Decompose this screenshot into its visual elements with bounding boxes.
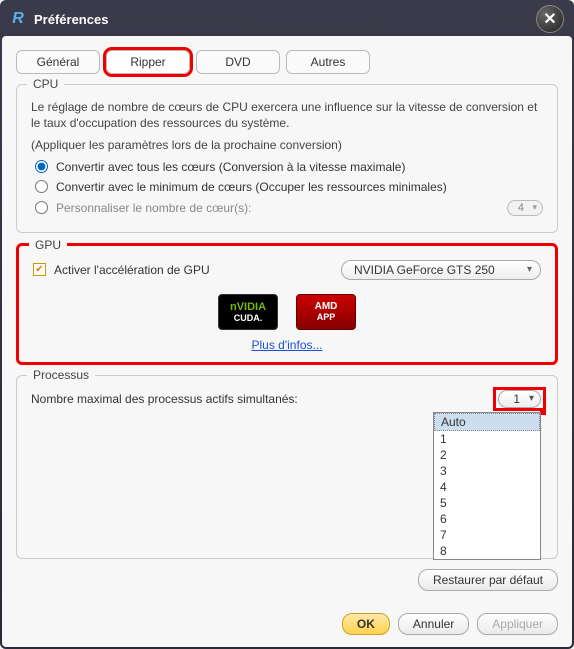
gpu-device-select[interactable]: NVIDIA GeForce GTS 250	[341, 260, 541, 280]
nvidia-logo-bottom: CUDA.	[234, 313, 263, 323]
process-option[interactable]: 4	[434, 479, 540, 495]
tab-ripper[interactable]: Ripper	[106, 50, 190, 74]
process-option[interactable]: 7	[434, 527, 540, 543]
process-group: Processus Nombre maximal des processus a…	[16, 375, 558, 559]
gpu-group-title: GPU	[29, 238, 67, 252]
process-option[interactable]: 5	[434, 495, 540, 511]
cpu-opt-custom[interactable]: Personnaliser le nombre de cœur(s): 4	[35, 200, 543, 216]
cpu-description: Le réglage de nombre de cœurs de CPU exe…	[31, 99, 543, 131]
amd-logo-bottom: APP	[317, 312, 336, 322]
cpu-radio-min[interactable]	[35, 180, 48, 193]
tab-dvd[interactable]: DVD	[196, 50, 280, 74]
cpu-note: (Appliquer les paramètres lors de la pro…	[31, 137, 543, 153]
cpu-radio-custom[interactable]	[35, 201, 48, 214]
process-option[interactable]: Auto	[434, 413, 540, 431]
tab-others[interactable]: Autres	[286, 50, 370, 74]
cpu-opt-custom-label: Personnaliser le nombre de cœur(s):	[56, 201, 251, 215]
gpu-enable-checkbox[interactable]: ✔	[33, 263, 46, 276]
cpu-opt-min-label: Convertir avec le minimum de cœurs (Occu…	[56, 180, 447, 194]
process-option[interactable]: 8	[434, 543, 540, 559]
restore-defaults-button[interactable]: Restaurer par défaut	[418, 569, 558, 591]
cpu-opt-min[interactable]: Convertir avec le minimum de cœurs (Occu…	[35, 180, 543, 194]
process-count-select[interactable]: 1	[498, 390, 541, 408]
process-max-label: Nombre maximal des processus actifs simu…	[31, 392, 298, 406]
cpu-group: CPU Le réglage de nombre de cœurs de CPU…	[16, 84, 558, 233]
process-option[interactable]: 3	[434, 463, 540, 479]
app-icon: R	[8, 9, 28, 29]
process-option[interactable]: 2	[434, 447, 540, 463]
cpu-group-title: CPU	[27, 77, 64, 91]
cpu-radio-all[interactable]	[35, 160, 48, 173]
tab-general[interactable]: Général	[16, 50, 100, 74]
gpu-enable-label: Activer l'accélération de GPU	[54, 263, 210, 277]
amd-app-logo: AMD APP	[296, 294, 356, 330]
gpu-more-info-link[interactable]: Plus d'infos...	[33, 338, 541, 352]
nvidia-cuda-logo: nVIDIA CUDA.	[218, 294, 278, 330]
cpu-opt-all-label: Convertir avec tous les cœurs (Conversio…	[56, 160, 405, 174]
process-count-dropdown[interactable]: Auto12345678	[433, 412, 541, 560]
nvidia-logo-top: nVIDIA	[230, 301, 266, 313]
process-option[interactable]: 6	[434, 511, 540, 527]
window-title: Préférences	[34, 12, 536, 27]
close-button[interactable]: ✕	[536, 5, 564, 33]
apply-button[interactable]: Appliquer	[477, 613, 558, 635]
process-option[interactable]: 1	[434, 431, 540, 447]
process-group-title: Processus	[27, 368, 95, 382]
cpu-core-select: 4	[507, 200, 543, 216]
cancel-button[interactable]: Annuler	[398, 613, 469, 635]
titlebar: R Préférences ✕	[2, 2, 572, 36]
amd-logo-top: AMD	[315, 301, 338, 312]
cpu-opt-all[interactable]: Convertir avec tous les cœurs (Conversio…	[35, 160, 543, 174]
ok-button[interactable]: OK	[342, 613, 390, 635]
gpu-group: GPU ✔ Activer l'accélération de GPU NVID…	[16, 243, 558, 365]
tab-bar: Général Ripper DVD Autres	[16, 50, 558, 74]
